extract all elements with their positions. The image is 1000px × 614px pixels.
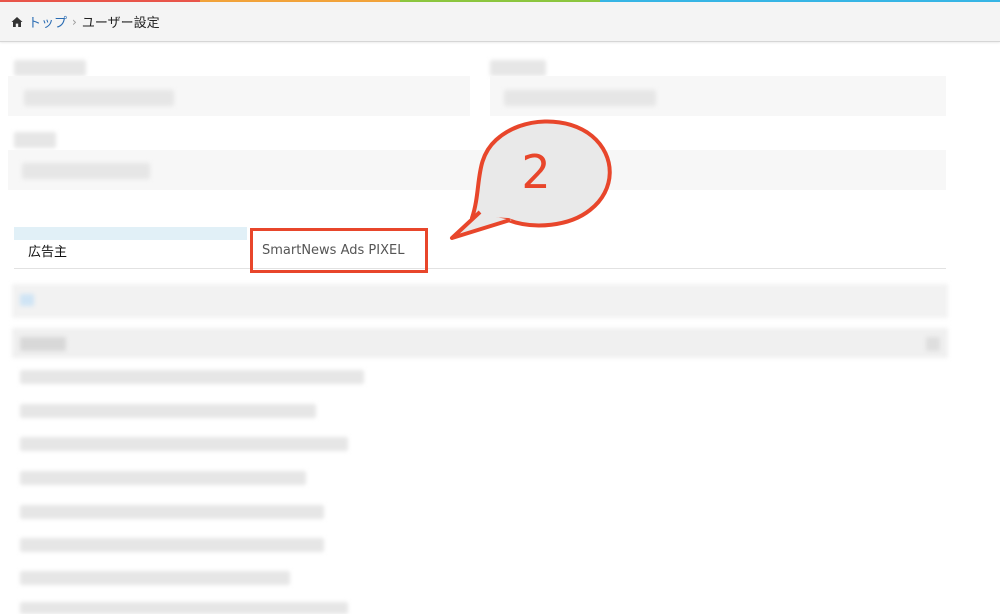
breadcrumb-home-link[interactable]: トップ (28, 12, 67, 31)
redacted-table-row (20, 437, 348, 451)
redacted-field-value (22, 163, 150, 179)
redacted-field-label (14, 60, 86, 76)
redacted-table-row (20, 471, 306, 485)
tab-divider (14, 268, 946, 269)
redacted-table-header (12, 328, 948, 358)
tab-advertiser[interactable]: 広告主 (14, 240, 247, 269)
redacted-toolbar-icon (20, 294, 34, 306)
annotation-highlight-box (250, 228, 428, 273)
redacted-field-value (24, 90, 174, 106)
redacted-table-row (20, 404, 316, 418)
redacted-field-value (504, 90, 656, 106)
breadcrumb: トップ › ユーザー設定 (0, 2, 1000, 42)
home-icon[interactable] (11, 16, 23, 28)
redacted-field-label (14, 132, 56, 148)
redacted-table-header-cell (20, 337, 66, 351)
redacted-table-row (20, 571, 290, 585)
breadcrumb-current: ユーザー設定 (81, 16, 160, 31)
redacted-table-row (20, 505, 324, 519)
redacted-table-row (20, 538, 324, 552)
redacted-table-row (20, 602, 348, 614)
redacted-table-header-cell (926, 337, 940, 351)
redacted-field-label (490, 60, 546, 76)
breadcrumb-separator: › (72, 14, 77, 29)
annotation-step-number: 2 (521, 145, 551, 199)
active-tab-indicator (14, 227, 247, 240)
redacted-toolbar (12, 284, 948, 318)
redacted-table-row (20, 370, 364, 384)
